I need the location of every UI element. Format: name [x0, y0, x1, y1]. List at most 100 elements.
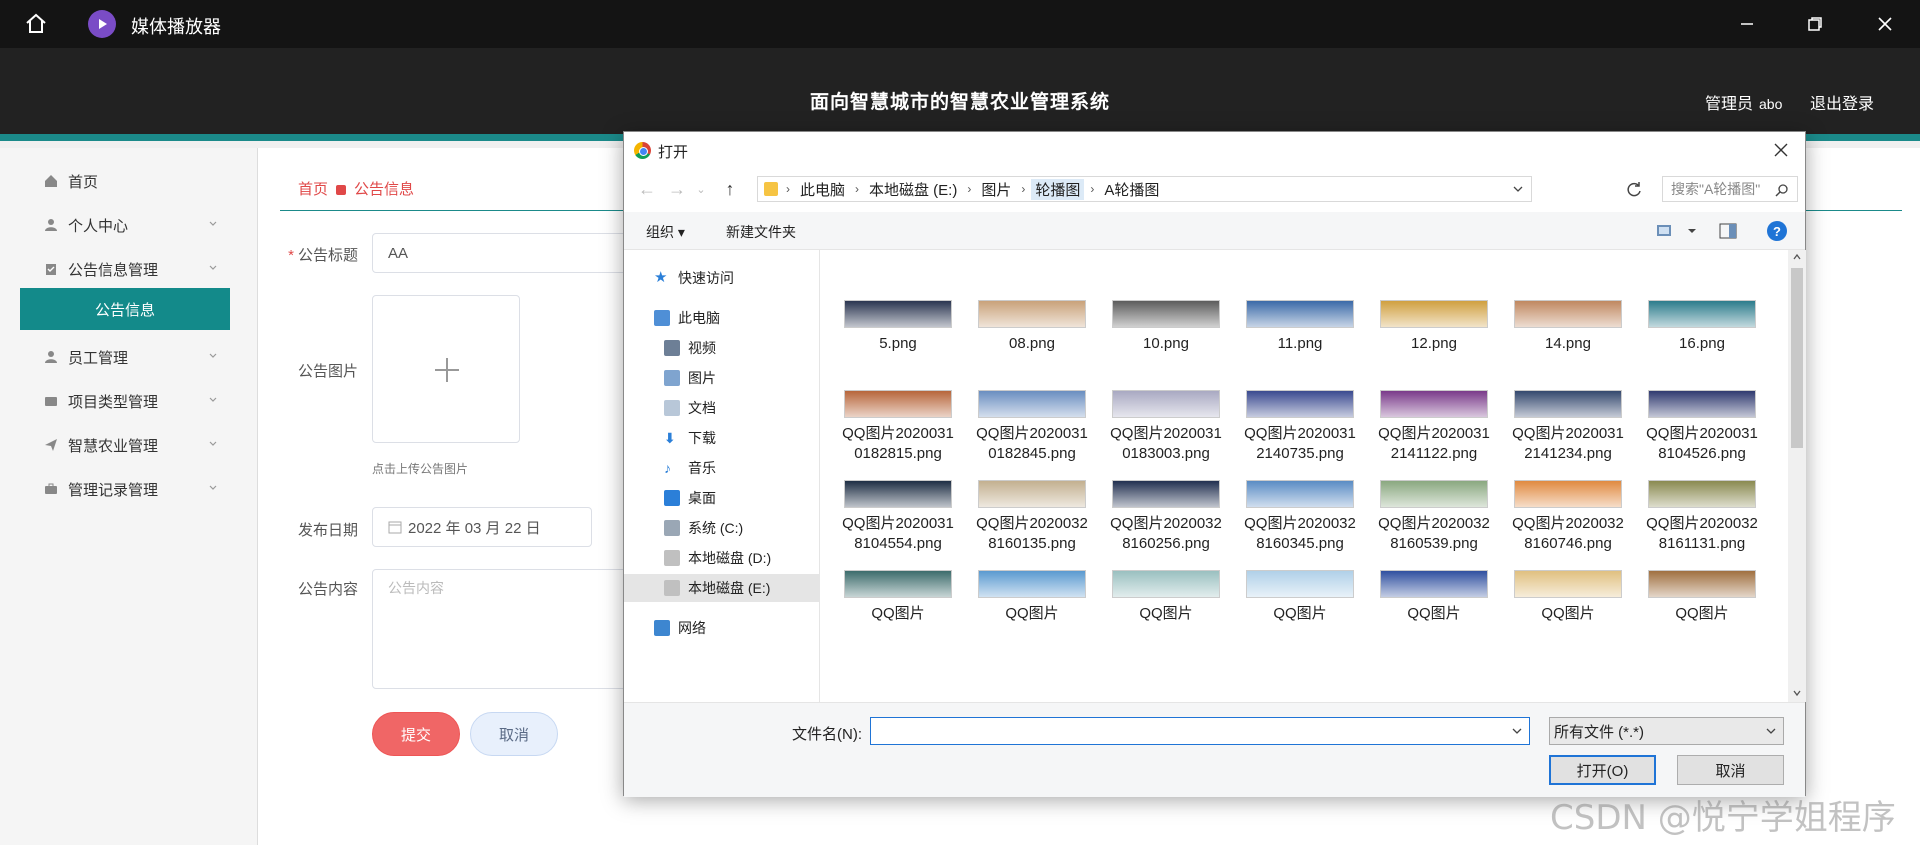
file-item[interactable]: QQ图片20200328160539.png — [1374, 480, 1494, 554]
file-item[interactable]: QQ图片20200310183003.png — [1106, 390, 1226, 464]
nav-drive-e[interactable]: 本地磁盘 (E:) — [624, 574, 820, 602]
path-segment[interactable]: 轮播图 — [1031, 178, 1085, 200]
minimize-button[interactable] — [1733, 10, 1761, 38]
nav-downloads[interactable]: ⬇ 下载 — [624, 424, 820, 452]
filename-input[interactable] — [870, 717, 1530, 745]
file-item[interactable]: QQ图片20200312140735.png — [1240, 390, 1360, 464]
help-icon[interactable]: ? — [1767, 221, 1787, 241]
nav-this-pc[interactable]: 此电脑 — [624, 304, 820, 332]
chevron-down-icon[interactable] — [1686, 222, 1698, 240]
file-item[interactable]: QQ图片20200328160746.png — [1508, 480, 1628, 554]
forward-arrow-icon[interactable]: → — [666, 178, 688, 200]
sidebar-item-project-type-management[interactable]: 项目类型管理 — [20, 380, 230, 422]
file-item[interactable]: QQ图片20200310182845.png — [972, 390, 1092, 464]
sidebar-item-notice-management[interactable]: 公告信息管理 — [20, 248, 230, 290]
nav-documents[interactable]: 文档 — [624, 394, 820, 422]
nav-drive-c[interactable]: 系统 (C:) — [624, 514, 820, 542]
date-picker[interactable]: 2022 年 03 月 22 日 — [372, 507, 592, 547]
window-title: 媒体播放器 — [131, 17, 221, 37]
file-grid: 5.png 08.png 10.png 11.png 12.png 14.png 16.pn… — [828, 250, 1788, 702]
refresh-icon[interactable] — [1624, 180, 1644, 200]
file-name: QQ图片 — [1541, 605, 1595, 622]
file-item[interactable]: QQ图片 — [972, 570, 1092, 624]
file-item[interactable]: QQ图片 — [1508, 570, 1628, 624]
nav-desktop[interactable]: 桌面 — [624, 484, 820, 512]
file-item[interactable]: QQ图片20200328160135.png — [972, 480, 1092, 554]
chevron-down-icon[interactable] — [1792, 688, 1802, 698]
file-item[interactable]: 08.png — [972, 300, 1092, 354]
file-grid-scrollbar[interactable] — [1788, 250, 1806, 702]
image-thumbnail — [1648, 480, 1756, 508]
nav-music[interactable]: ♪ 音乐 — [624, 454, 820, 482]
file-item[interactable]: 11.png — [1240, 300, 1360, 354]
address-bar[interactable]: › 此电脑 › 本地磁盘 (E:) › 图片 › 轮播图 › A轮播图 — [757, 176, 1532, 202]
open-button[interactable]: 打开(O) — [1549, 755, 1656, 785]
file-item[interactable]: QQ图片20200328161131.png — [1642, 480, 1762, 554]
scrollbar-thumb[interactable] — [1791, 268, 1803, 448]
file-item[interactable]: QQ图片 — [1106, 570, 1226, 624]
cancel-button[interactable]: 取消 — [470, 712, 558, 756]
file-item[interactable]: 14.png — [1508, 300, 1628, 354]
nav-videos[interactable]: 视频 — [624, 334, 820, 362]
chevron-up-icon[interactable] — [1792, 252, 1802, 262]
back-arrow-icon[interactable]: ← — [636, 178, 658, 200]
file-item[interactable]: QQ图片20200312141234.png — [1508, 390, 1628, 464]
breadcrumb-home[interactable]: 首页 — [298, 181, 328, 198]
file-item[interactable]: QQ图片20200318104554.png — [838, 480, 958, 554]
path-segment[interactable]: A轮播图 — [1100, 179, 1163, 200]
file-item[interactable]: 12.png — [1374, 300, 1494, 354]
file-item[interactable]: 5.png — [838, 300, 958, 354]
restore-button[interactable] — [1801, 10, 1829, 38]
file-item[interactable]: QQ图片 — [1642, 570, 1762, 624]
path-segment[interactable]: 图片 — [977, 179, 1015, 200]
file-name: 12.png — [1411, 335, 1457, 352]
title-input[interactable]: AA — [372, 233, 632, 273]
view-options-icon[interactable] — [1656, 222, 1674, 240]
filetype-select[interactable]: 所有文件 (*.*) — [1549, 717, 1784, 745]
home-icon[interactable] — [22, 10, 50, 38]
chevron-down-icon[interactable] — [1511, 725, 1523, 737]
image-upload-box[interactable] — [372, 295, 520, 443]
nav-quick-access[interactable]: ★ 快速访问 — [624, 264, 820, 292]
organize-menu[interactable]: 组织 ▾ — [646, 222, 685, 242]
file-item[interactable]: QQ图片20200312141122.png — [1374, 390, 1494, 464]
logout-link[interactable]: 退出登录 — [1810, 90, 1874, 114]
path-segment[interactable]: 本地磁盘 (E:) — [865, 179, 961, 200]
file-item[interactable]: QQ图片 — [838, 570, 958, 624]
sidebar-item-smart-agriculture-management[interactable]: 智慧农业管理 — [20, 424, 230, 466]
sidebar-item-home[interactable]: 首页 — [20, 160, 230, 202]
nav-pictures[interactable]: 图片 — [624, 364, 820, 392]
sidebar-item-employee-management[interactable]: 员工管理 — [20, 336, 230, 378]
up-arrow-icon[interactable]: ↑ — [719, 178, 741, 200]
file-item[interactable]: QQ图片20200328160256.png — [1106, 480, 1226, 554]
file-item[interactable]: QQ图片 — [1374, 570, 1494, 624]
breadcrumb-separator-icon — [336, 185, 347, 196]
close-window-button[interactable] — [1871, 10, 1899, 38]
dialog-cancel-button[interactable]: 取消 — [1677, 755, 1784, 785]
file-name: QQ图片20200310182815.png — [842, 425, 954, 462]
file-name: QQ图片20200328160746.png — [1512, 515, 1624, 552]
file-item[interactable]: QQ图片20200318104526.png — [1642, 390, 1762, 464]
chevron-down-icon[interactable] — [1511, 182, 1525, 196]
file-item[interactable]: 10.png — [1106, 300, 1226, 354]
file-item[interactable]: QQ图片20200328160345.png — [1240, 480, 1360, 554]
content-textarea[interactable]: 公告内容 — [372, 569, 632, 689]
close-icon[interactable] — [1771, 140, 1791, 160]
file-item[interactable]: QQ图片 — [1240, 570, 1360, 624]
preview-pane-icon[interactable] — [1719, 222, 1737, 240]
download-icon: ⬇ — [664, 430, 676, 446]
file-item[interactable]: 16.png — [1642, 300, 1762, 354]
new-folder-button[interactable]: 新建文件夹 — [726, 222, 796, 242]
recent-dropdown-icon[interactable]: ⌄ — [690, 178, 712, 200]
submit-button[interactable]: 提交 — [372, 712, 460, 756]
sidebar-item-notice-info[interactable]: 公告信息 — [20, 288, 230, 330]
nav-drive-d[interactable]: 本地磁盘 (D:) — [624, 544, 820, 572]
sidebar-item-personal-center[interactable]: 个人中心 — [20, 204, 230, 246]
path-segment[interactable]: 此电脑 — [796, 179, 849, 200]
image-thumbnail — [978, 390, 1086, 418]
file-item[interactable]: QQ图片20200310182815.png — [838, 390, 958, 464]
search-input[interactable]: 搜索"A轮播图" — [1662, 176, 1798, 202]
star-icon: ★ — [654, 269, 668, 286]
nav-network[interactable]: 网络 — [624, 614, 820, 642]
sidebar-item-record-management[interactable]: 管理记录管理 — [20, 468, 230, 510]
